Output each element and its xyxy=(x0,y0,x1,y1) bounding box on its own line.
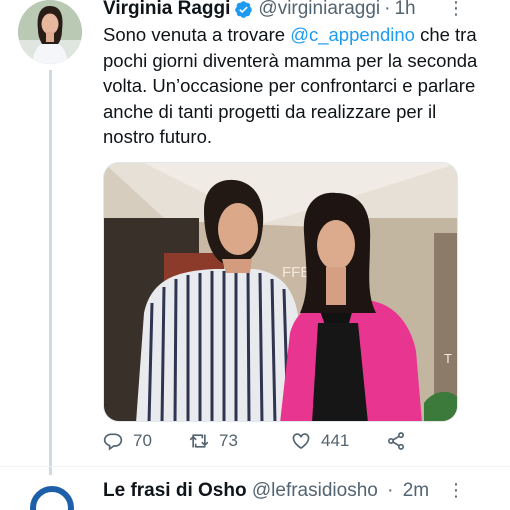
thread-line xyxy=(49,70,52,475)
share-button[interactable] xyxy=(386,431,416,451)
retweet-icon xyxy=(189,434,209,448)
next-more-options-icon[interactable]: ⋮ xyxy=(447,480,466,501)
like-count: 441 xyxy=(321,431,350,450)
heart-icon xyxy=(292,433,310,450)
author-handle[interactable]: @virginiaraggi xyxy=(258,0,380,20)
like-button[interactable]: 441 xyxy=(291,431,349,451)
retweet-count: 73 xyxy=(219,431,238,450)
tweet-time[interactable]: 1h xyxy=(394,0,415,20)
next-tweet-header: Le frasi di Osho @lefrasidiosho · 2m xyxy=(103,480,429,502)
tweet-divider xyxy=(0,466,510,467)
tweet-photo[interactable]: FFETTIG T xyxy=(103,162,458,422)
tweet-actions: 70 73 441 xyxy=(103,428,423,454)
verified-badge-icon xyxy=(235,0,253,18)
reply-button[interactable]: 70 xyxy=(103,431,152,451)
author-name[interactable]: Virginia Raggi xyxy=(103,0,230,20)
author-avatar[interactable] xyxy=(18,0,82,64)
mention-link[interactable]: @c_appendino xyxy=(290,24,415,45)
tweet[interactable]: Virginia Raggi @virginiaraggi · 1h ⋮ Son… xyxy=(0,0,510,475)
tweet-header: Virginia Raggi @virginiaraggi · 1h xyxy=(103,0,416,22)
next-header-separator: · xyxy=(387,480,394,501)
next-tweet-time[interactable]: 2m xyxy=(403,480,429,501)
tweet-text: Sono venuta a trovare @c_appendino che t… xyxy=(103,22,483,150)
tweet-text-start: Sono venuta a trovare xyxy=(103,24,291,45)
photo-image: FFETTIG T xyxy=(104,163,457,421)
reply-count: 70 xyxy=(133,431,152,450)
more-options-icon[interactable]: ⋮ xyxy=(447,0,466,19)
next-tweet[interactable]: Le frasi di Osho @lefrasidiosho · 2m ⋮ xyxy=(0,476,510,510)
reply-icon xyxy=(103,433,123,451)
next-author-name[interactable]: Le frasi di Osho xyxy=(103,480,247,501)
share-icon xyxy=(388,432,404,450)
next-author-avatar[interactable] xyxy=(30,486,74,510)
photo-side-sign: T xyxy=(444,351,452,366)
header-separator: · xyxy=(384,0,391,19)
next-author-handle[interactable]: @lefrasidiosho xyxy=(252,480,378,501)
retweet-button[interactable]: 73 xyxy=(189,431,238,451)
